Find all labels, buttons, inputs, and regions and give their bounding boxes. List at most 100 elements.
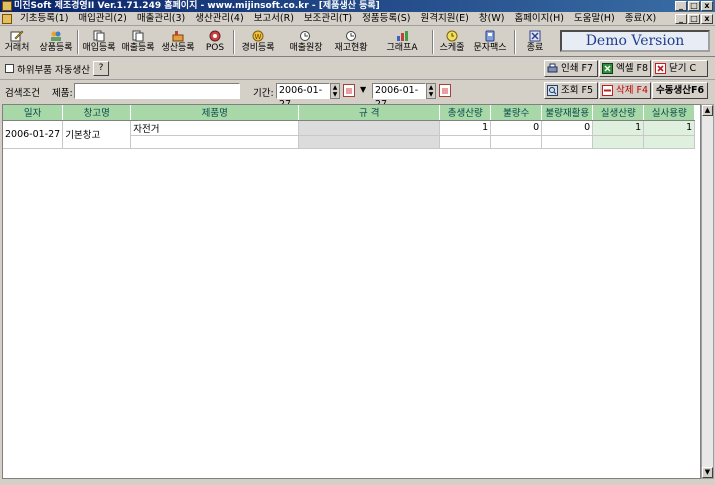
schedule-button[interactable]: 스케줄 <box>436 28 468 56</box>
expense-register-button[interactable]: W 경비등록 <box>238 28 278 56</box>
product-register-label: 상품등록 <box>39 43 73 53</box>
sms-fax-button[interactable]: 문자팩스 <box>470 28 510 56</box>
cell-product[interactable]: 자전거 <box>130 120 300 136</box>
cell-date[interactable]: 2006-01-27 <box>3 120 64 149</box>
column-header-recycle[interactable]: 불량재활용 <box>541 105 594 121</box>
calendar-icon[interactable] <box>439 84 451 97</box>
vertical-scrollbar[interactable]: ▲ ▼ <box>701 104 714 479</box>
menu-sales[interactable]: 매출관리(3) <box>132 12 190 26</box>
menu-register[interactable]: 정품등록(S) <box>357 12 415 26</box>
menu-purchase[interactable]: 매입관리(2) <box>73 12 131 26</box>
minimize-button[interactable]: _ <box>675 1 687 11</box>
production-grid[interactable]: 일자 창고명 제품명 규 격 총생산량 불량수 불량재활용 실생산량 실사용량 … <box>2 104 701 479</box>
client-button[interactable]: 거래처 <box>2 28 32 56</box>
app-icon <box>2 1 12 11</box>
close-button[interactable]: 닫기 C <box>652 60 708 77</box>
cell-spec[interactable] <box>298 120 441 136</box>
bar-chart-icon <box>397 31 408 41</box>
cell-actual[interactable]: 1 <box>592 120 645 136</box>
child-window-controls: _ □ x <box>675 14 713 24</box>
scroll-up-button[interactable]: ▲ <box>702 105 713 116</box>
menu-remote[interactable]: 원격지원(E) <box>416 12 474 26</box>
date-to-spinner[interactable]: ▲ ▼ <box>426 83 436 99</box>
column-header-spec[interactable]: 규 격 <box>298 105 441 121</box>
cell-used-sub[interactable] <box>643 135 696 149</box>
help-button[interactable]: ? <box>93 61 109 76</box>
product-search-input[interactable] <box>74 83 240 99</box>
table-row[interactable]: 2006-01-27 기본창고 자전거 1 0 0 1 1 <box>3 120 696 149</box>
production-register-label: 생산등록 <box>161 43 195 53</box>
close-label: 닫기 C <box>669 63 697 74</box>
sales-register-button[interactable]: 매출등록 <box>119 28 157 56</box>
child-minimize-button[interactable]: _ <box>675 14 687 24</box>
cell-defect-sub[interactable] <box>490 135 543 149</box>
toolbar: 거래처 상품등록 매입등록 매출등록 생산등록 POS W 경비등록 매출원장 … <box>0 27 715 57</box>
product-register-button[interactable]: 상품등록 <box>37 28 75 56</box>
menu-production[interactable]: 생산관리(4) <box>190 12 248 26</box>
search-button[interactable]: 조회 F5 <box>544 82 598 99</box>
menu-report[interactable]: 보고서(R) <box>249 12 299 26</box>
manual-produce-button[interactable]: 수동생산F6 <box>652 82 708 99</box>
excel-button[interactable]: 엑셀 F8 <box>599 60 651 77</box>
people-icon <box>51 31 61 41</box>
menu-assist[interactable]: 보조관리(T) <box>299 12 357 26</box>
exit-button[interactable]: 종료 <box>518 28 552 56</box>
cell-used[interactable]: 1 <box>643 120 696 136</box>
maximize-button[interactable]: □ <box>688 1 700 11</box>
cell-recycle-sub[interactable] <box>541 135 594 149</box>
column-header-total[interactable]: 총생산량 <box>439 105 492 121</box>
close-window-button[interactable]: x <box>701 1 713 11</box>
document-icon[interactable] <box>2 14 12 24</box>
menu-window[interactable]: 창(W) <box>474 12 510 26</box>
chevron-down-icon[interactable]: ▼ <box>360 85 366 94</box>
print-button[interactable]: 인쇄 F7 <box>544 60 598 77</box>
window-title: 미진Soft 제조경영II Ver.1.71.249 홈페이지 - www.mi… <box>14 1 380 11</box>
cell-spec-sub[interactable] <box>298 135 441 149</box>
scroll-down-button[interactable]: ▼ <box>702 467 713 478</box>
auto-produce-checkbox[interactable] <box>5 64 14 73</box>
excel-label: 엑셀 F8 <box>616 63 649 74</box>
cell-defect[interactable]: 0 <box>490 120 543 136</box>
cell-actual-sub[interactable] <box>592 135 645 149</box>
calendar-icon[interactable] <box>343 84 355 97</box>
cell-warehouse[interactable]: 기본창고 <box>62 120 132 149</box>
ledger-icon <box>300 31 310 41</box>
cell-recycle[interactable]: 0 <box>541 120 594 136</box>
auto-produce-label: 하위부품 자동생산 <box>17 65 90 76</box>
menu-homepage[interactable]: 홈페이지(H) <box>509 12 569 26</box>
stock-status-button[interactable]: 재고현황 <box>330 28 372 56</box>
search-row: 검색조건 제품: 기간: 2006-01-27 ▲▼ ▼ 2006-01-27 … <box>0 80 715 110</box>
pos-icon <box>209 30 221 42</box>
column-header-defect[interactable]: 불량수 <box>490 105 543 121</box>
menu-basic[interactable]: 기초등록(1) <box>15 12 73 26</box>
delete-button[interactable]: 삭제 F4 <box>599 82 651 99</box>
child-restore-button[interactable]: □ <box>688 14 700 24</box>
cell-total[interactable]: 1 <box>439 120 492 136</box>
date-to-input[interactable]: 2006-01-27 <box>372 83 426 110</box>
pos-button[interactable]: POS <box>201 28 229 56</box>
cell-total-sub[interactable] <box>439 135 492 149</box>
stock-status-label: 재고현황 <box>334 43 368 53</box>
stock-icon <box>346 31 356 41</box>
sales-ledger-label: 매출원장 <box>289 43 323 53</box>
toolbar-separator <box>77 30 79 54</box>
graph-button[interactable]: 그래프A <box>380 28 424 56</box>
column-header-warehouse[interactable]: 창고명 <box>62 105 132 121</box>
column-header-used[interactable]: 실사용량 <box>643 105 696 121</box>
column-header-actual[interactable]: 실생산량 <box>592 105 645 121</box>
date-from-spinner[interactable]: ▲ ▼ <box>330 83 340 99</box>
child-close-button[interactable]: x <box>701 14 713 24</box>
manual-produce-label: 수동생산F6 <box>656 85 705 96</box>
cell-product-sub[interactable] <box>130 135 300 149</box>
phone-icon <box>485 30 495 42</box>
expense-register-label: 경비등록 <box>241 43 275 53</box>
sales-ledger-button[interactable]: 매출원장 <box>284 28 328 56</box>
column-header-product[interactable]: 제품명 <box>130 105 300 121</box>
date-from-input[interactable]: 2006-01-27 <box>276 83 330 110</box>
menu-help[interactable]: 도움말(H) <box>569 12 620 26</box>
column-header-date[interactable]: 일자 <box>3 105 64 121</box>
purchase-register-button[interactable]: 매입등록 <box>81 28 117 56</box>
production-register-button[interactable]: 생산등록 <box>159 28 197 56</box>
window-controls: _ □ x <box>675 1 713 11</box>
menu-exit[interactable]: 종료(X) <box>620 12 661 26</box>
